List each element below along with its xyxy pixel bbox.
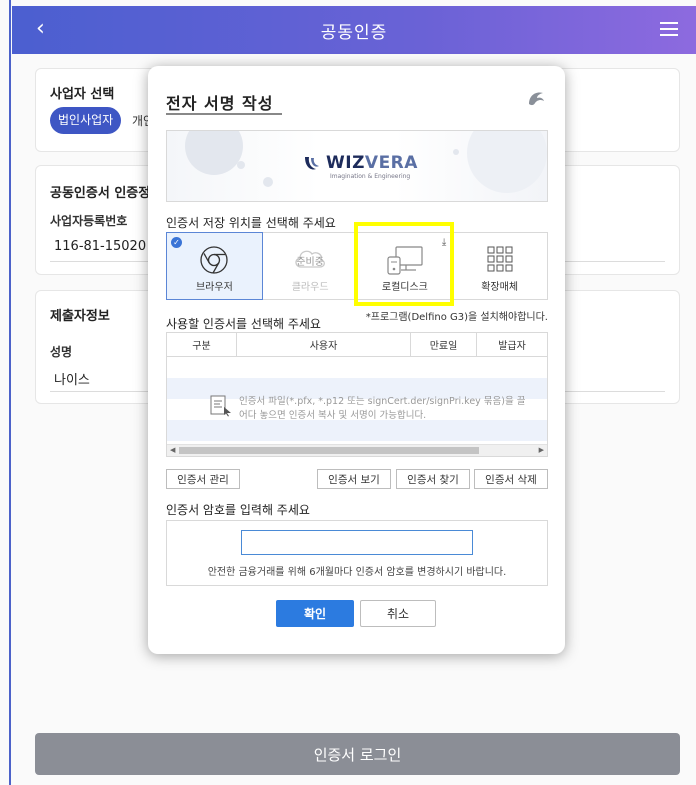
dialog-title: 전자 서명 작성 xyxy=(166,94,274,113)
select-certificate-label: 사용할 인증서를 선택해 주세요 xyxy=(166,317,321,331)
find-certificate-button[interactable]: 인증서 찾기 xyxy=(396,469,470,489)
digital-signature-dialog: 전자 서명 작성 WIZVERA Imagination & Engineeri… xyxy=(148,66,565,654)
app-header: ‹ 공동인증 xyxy=(12,6,696,54)
column-header[interactable]: 사용자 xyxy=(237,333,411,356)
drop-zone-message: 인증서 파일(*.pfx, *.p12 또는 signCert.der/sign… xyxy=(239,396,526,421)
submitter-title: 제출자정보 xyxy=(50,309,110,324)
left-border xyxy=(9,0,11,785)
wizvera-brand-a: WIZ xyxy=(326,153,365,173)
scroll-left-icon[interactable]: ◀ xyxy=(170,446,175,454)
local-disk-highlight xyxy=(354,222,454,306)
business-type-title: 사업자 선택 xyxy=(50,87,115,102)
delete-certificate-button[interactable]: 인증서 삭제 xyxy=(474,469,548,489)
storage-option-external-media[interactable]: 확장매체 xyxy=(452,233,547,299)
scroll-right-icon[interactable]: ▶ xyxy=(539,446,544,454)
name-value: 나이스 xyxy=(54,373,90,388)
drop-zone[interactable]: 인증서 파일(*.pfx, *.p12 또는 signCert.der/sign… xyxy=(209,395,534,423)
view-certificate-button[interactable]: 인증서 보기 xyxy=(317,469,391,489)
table-header: 구분 사용자 만료일 발급자 xyxy=(167,333,547,357)
wizvera-tagline: Imagination & Engineering xyxy=(330,173,411,180)
column-header[interactable]: 발급자 xyxy=(477,333,547,356)
confirm-button[interactable]: 확인 xyxy=(276,600,354,627)
install-program-note: *프로그램(Delfino G3)을 설치해야합니다. xyxy=(365,312,548,323)
wizvera-brand-b: VERA xyxy=(364,153,418,173)
storage-option-label: 확장매체 xyxy=(481,282,519,293)
decor-dot xyxy=(453,149,459,155)
column-header[interactable]: 구분 xyxy=(167,333,237,356)
certificate-auth-title: 공동인증서 인증정 xyxy=(50,186,151,201)
coming-soon-badge: 준비중 xyxy=(296,257,324,268)
decor-circle xyxy=(467,131,547,193)
reg-number-label: 사업자등록번호 xyxy=(50,214,128,228)
horizontal-scrollbar[interactable]: ◀ ▶ xyxy=(167,444,547,456)
column-header[interactable]: 만료일 xyxy=(411,333,477,356)
decor-circle xyxy=(185,131,243,175)
decor-dot xyxy=(263,177,273,187)
delfino-logo-icon xyxy=(529,92,544,106)
title-underline xyxy=(166,113,282,115)
password-section: 안전한 금융거래를 위해 6개월마다 인증서 암호를 변경하시기 바랍니다. xyxy=(166,520,548,586)
storage-option-label: 클라우드 xyxy=(291,282,329,293)
browser-icon xyxy=(200,246,229,274)
table-row xyxy=(167,420,547,441)
hamburger-menu-icon[interactable] xyxy=(660,22,678,37)
name-label: 성명 xyxy=(50,345,73,359)
page-title: 공동인증 xyxy=(320,22,388,43)
password-label: 인증서 암호를 입력해 주세요 xyxy=(166,503,310,517)
wizvera-banner: WIZVERA Imagination & Engineering xyxy=(166,130,548,202)
storage-option-cloud: 준비중 클라우드 xyxy=(263,233,358,299)
cancel-button[interactable]: 취소 xyxy=(360,600,436,627)
wizvera-logo: WIZVERA Imagination & Engineering xyxy=(302,151,422,187)
grid-icon xyxy=(487,246,513,272)
decor-dot xyxy=(237,161,245,169)
storage-option-browser[interactable]: ✓ 브라우저 xyxy=(166,232,263,300)
password-change-note: 안전한 금융거래를 위해 6개월마다 인증서 암호를 변경하시기 바랍니다. xyxy=(207,567,507,578)
corporate-business-option[interactable]: 법인사업자 xyxy=(50,107,122,134)
storage-option-label: 브라우저 xyxy=(195,282,233,293)
certificate-table: 구분 사용자 만료일 발급자 인증서 파일(*.pfx, *.p12 또는 si… xyxy=(166,332,548,457)
chevron-left-icon[interactable]: ‹ xyxy=(36,16,45,42)
certificate-password-input[interactable] xyxy=(241,530,473,555)
scrollbar-thumb[interactable] xyxy=(179,447,479,454)
check-icon: ✓ xyxy=(171,237,182,248)
reg-number-value: 116-81-15020 xyxy=(54,239,147,254)
certificate-login-button[interactable]: 인증서 로그인 xyxy=(35,733,680,775)
manage-certificate-button[interactable]: 인증서 관리 xyxy=(166,469,240,489)
storage-location-label: 인증서 저장 위치를 선택해 주세요 xyxy=(166,216,336,230)
file-drop-icon xyxy=(210,395,231,417)
wizvera-mark-icon xyxy=(305,157,319,170)
wizvera-wordmark: WIZVERA xyxy=(326,153,418,173)
